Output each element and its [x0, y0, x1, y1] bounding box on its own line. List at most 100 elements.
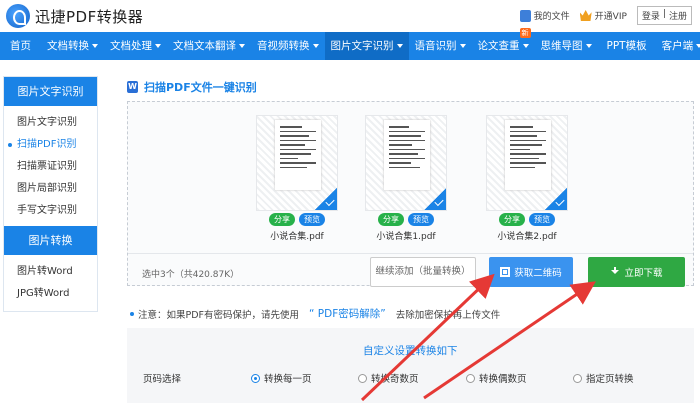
nav-speech[interactable]: 语音识别 — [409, 32, 472, 60]
file-thumbnail[interactable] — [256, 115, 338, 211]
sidebar-group-image-convert-title: 图片转换 — [4, 226, 97, 255]
upload-area[interactable]: 分享 预览 小说合集.pdf 分享 预览 小说合集1.pdf 分享 预览 小说合… — [127, 101, 694, 287]
login-register-box: 登录 | 注册 — [636, 6, 692, 25]
main-nav: 首页 文档转换 文档处理 文档文本翻译 音视频转换 图片文字识别 语音识别 论文… — [0, 28, 700, 60]
preview-button[interactable]: 预览 — [299, 213, 325, 226]
radio-convert-even-pages[interactable]: 转换偶数页 — [466, 371, 527, 385]
file-actions: 分享 预览 — [365, 213, 447, 226]
selected-count: 选中3个（共420.87K） — [142, 270, 240, 280]
sidebar-item-partial-ocr[interactable]: 图片局部识别 — [4, 178, 97, 200]
settings-title: 自定义设置转换如下 — [363, 345, 458, 357]
file-actions: 分享 预览 — [256, 213, 338, 226]
nav-image-ocr[interactable]: 图片文字识别 — [324, 32, 409, 60]
chevron-down-icon — [92, 44, 98, 48]
preview-button[interactable]: 预览 — [408, 213, 434, 226]
file-card[interactable]: 分享 预览 小说合集.pdf — [256, 115, 338, 242]
radio-label: 转换奇数页 — [371, 374, 419, 385]
sidebar-item-ticket-ocr[interactable]: 扫描票证识别 — [4, 156, 97, 178]
pdf-unlock-link[interactable]: “ PDF密码解除” — [309, 306, 386, 321]
file-name: 小说合集2.pdf — [497, 232, 557, 242]
nav-doc-convert-label: 文档转换 — [47, 40, 89, 52]
nav-av-convert[interactable]: 音视频转换 — [251, 32, 325, 60]
sidebar-item-image-to-word[interactable]: 图片转Word — [4, 261, 97, 283]
sidebar: 图片文字识别 图片文字识别 扫描PDF识别 扫描票证识别 图片局部识别 手写文字… — [3, 76, 98, 312]
checkmark-icon[interactable] — [545, 188, 567, 210]
chevron-down-icon — [696, 44, 700, 48]
page-title-text: 扫描PDF文件一键识别 — [144, 81, 257, 94]
bullet-icon — [130, 311, 134, 316]
nav-mindmap[interactable]: 思维导图 — [535, 32, 598, 60]
nav-mindmap-label: 思维导图 — [540, 40, 583, 52]
chevron-down-icon — [585, 44, 592, 48]
nav-client[interactable]: 客户端 — [656, 32, 700, 60]
sidebar-item-jpg-to-word[interactable]: JPG转Word — [4, 283, 97, 305]
continue-add-button[interactable]: 继续添加（批量转换） — [370, 257, 476, 287]
nav-ppt[interactable]: PPT模板 — [598, 32, 656, 60]
chevron-down-icon — [155, 44, 161, 48]
sidebar-item-scan-pdf[interactable]: 扫描PDF识别 — [4, 134, 97, 156]
checkmark-icon[interactable] — [424, 188, 446, 210]
crown-icon — [579, 10, 592, 21]
radio-icon — [573, 373, 582, 383]
share-button[interactable]: 分享 — [499, 213, 525, 226]
radio-convert-every-page[interactable]: 转换每一页 — [251, 371, 312, 385]
radio-label: 转换每一页 — [264, 374, 312, 385]
nav-client-label: 客户端 — [661, 40, 694, 52]
file-actions: 分享 预览 — [486, 213, 568, 226]
preview-button[interactable]: 预览 — [529, 213, 555, 226]
page-select-label: 页码选择 — [143, 374, 182, 385]
sidebar-item-handwriting[interactable]: 手写文字识别 — [4, 200, 97, 222]
my-files-label: 我的文件 — [533, 12, 570, 22]
radio-convert-odd-pages[interactable]: 转换奇数页 — [358, 371, 419, 385]
share-button[interactable]: 分享 — [269, 213, 295, 226]
radio-selected-icon — [251, 373, 260, 383]
open-vip-link[interactable]: 开通VIP — [579, 9, 627, 22]
file-name: 小说合集1.pdf — [376, 232, 436, 242]
nav-image-ocr-label: 图片文字识别 — [330, 40, 394, 52]
nav-translate[interactable]: 文档文本翻译 — [167, 32, 251, 60]
chevron-down-icon — [459, 44, 466, 48]
document-page-icon — [275, 120, 321, 190]
top-links: 我的文件 开通VIP 登录 | 注册 — [519, 6, 692, 25]
login-separator: | — [662, 9, 666, 19]
file-card[interactable]: 分享 预览 小说合集2.pdf — [486, 115, 568, 242]
notice-prefix: 注意：如果PDF有密码保护，请先使用 — [138, 309, 300, 321]
get-qr-button[interactable]: 获取二维码 — [489, 257, 573, 287]
top-header: 迅捷PDF转换器 我的文件 开通VIP 登录 | 注册 — [0, 0, 700, 32]
file-card[interactable]: 分享 预览 小说合集1.pdf — [365, 115, 447, 242]
register-link[interactable]: 注册 — [669, 9, 687, 22]
nav-doc-process[interactable]: 文档处理 — [104, 32, 167, 60]
document-page-icon — [384, 120, 430, 190]
nav-translate-label: 文档文本翻译 — [173, 40, 236, 52]
brand-name[interactable]: 迅捷PDF转换器 — [35, 6, 143, 27]
chevron-down-icon — [239, 44, 245, 48]
get-qr-label: 获取二维码 — [514, 268, 562, 279]
word-icon: W — [127, 81, 138, 93]
nav-plagiarism[interactable]: 论文查重 新 — [472, 28, 535, 60]
radio-label: 指定页转换 — [586, 374, 634, 385]
sidebar-group-ocr-title: 图片文字识别 — [4, 77, 97, 106]
radio-label: 转换偶数页 — [479, 374, 527, 385]
nav-ppt-label: PPT模板 — [606, 40, 647, 52]
document-page-icon — [505, 120, 551, 190]
download-button[interactable]: 立即下载 — [588, 257, 685, 287]
nav-plagiarism-label: 论文查重 — [477, 40, 520, 52]
radio-icon — [466, 373, 475, 383]
notice-suffix: 去除加密保护再上传文件 — [395, 309, 501, 321]
radio-convert-specific-pages[interactable]: 指定页转换 — [573, 371, 634, 385]
nav-home-label: 首页 — [10, 40, 31, 52]
file-thumbnail[interactable] — [486, 115, 568, 211]
file-thumbnail[interactable] — [365, 115, 447, 211]
chevron-down-icon — [312, 44, 319, 48]
brand-logo-icon[interactable] — [6, 4, 30, 28]
share-button[interactable]: 分享 — [378, 213, 404, 226]
checkmark-icon[interactable] — [315, 188, 337, 210]
nav-home[interactable]: 首页 — [0, 32, 41, 60]
sidebar-item-image-ocr[interactable]: 图片文字识别 — [4, 112, 97, 134]
my-files-link[interactable]: 我的文件 — [519, 9, 570, 22]
download-icon — [610, 267, 620, 277]
open-vip-label: 开通VIP — [594, 12, 627, 22]
nav-doc-process-label: 文档处理 — [110, 40, 152, 52]
nav-doc-convert[interactable]: 文档转换 — [41, 32, 104, 60]
login-link[interactable]: 登录 — [642, 9, 660, 22]
